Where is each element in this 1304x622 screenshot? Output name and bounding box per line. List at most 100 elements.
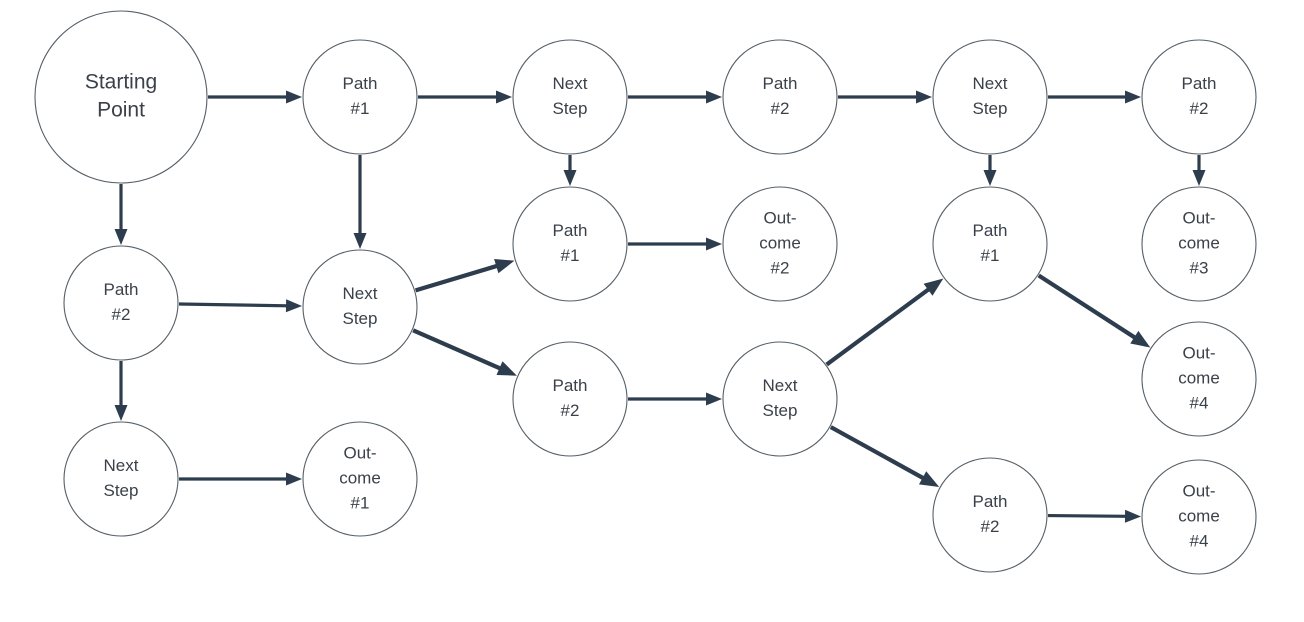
arrow-head-icon bbox=[1192, 170, 1206, 186]
node-circle[interactable] bbox=[63, 421, 179, 537]
node-label-line: Step bbox=[553, 99, 588, 118]
node-label-line: Step bbox=[343, 309, 378, 328]
node-path-2[interactable]: Path #2 bbox=[932, 457, 1048, 573]
node-label-line: Next bbox=[763, 376, 798, 395]
node-label-line: Out- bbox=[763, 208, 796, 227]
edge-n17-to-n18 bbox=[1047, 509, 1142, 523]
edges-layer bbox=[114, 90, 1206, 523]
node-out-come-2[interactable]: Out-come #2 bbox=[722, 186, 838, 302]
node-label-line: #2 bbox=[112, 305, 131, 324]
arrow-head-icon bbox=[1130, 330, 1151, 348]
edge-line bbox=[1037, 273, 1138, 341]
node-label-line: come bbox=[339, 468, 381, 487]
node-label-line: #2 bbox=[561, 401, 580, 420]
node-starting-point[interactable]: Starting Point bbox=[34, 10, 208, 184]
node-label-line: come bbox=[1178, 368, 1220, 387]
edge-n12-to-n13 bbox=[179, 472, 302, 486]
node-label-line: Path bbox=[973, 492, 1008, 511]
node-out-come-4[interactable]: Out-come #4 bbox=[1141, 459, 1257, 575]
node-label-line: Next bbox=[553, 74, 588, 93]
edge-n1-to-n2 bbox=[418, 90, 512, 104]
node-label-line: #1 bbox=[561, 246, 580, 265]
edge-n7-to-n14 bbox=[412, 328, 517, 376]
arrow-head-icon bbox=[494, 258, 515, 274]
node-circle[interactable] bbox=[722, 39, 838, 155]
node-label-line: Point bbox=[97, 99, 145, 122]
flowchart-canvas: Starting Point Path #1 Next Step Path #2 Next Ste… bbox=[0, 0, 1304, 622]
node-circle[interactable] bbox=[34, 10, 208, 184]
arrow-head-icon bbox=[1124, 509, 1142, 523]
node-next-step[interactable]: Next Step bbox=[302, 249, 418, 365]
edge-n6-to-n7 bbox=[178, 299, 303, 313]
arrow-head-icon bbox=[918, 471, 940, 487]
edge-n15-to-n17 bbox=[829, 425, 940, 487]
node-label-line: Next bbox=[973, 74, 1008, 93]
flowchart-svg: Starting Point Path #1 Next Step Path #2 Next Ste… bbox=[34, 10, 1257, 575]
arrow-head-icon bbox=[496, 361, 517, 376]
edge-line bbox=[829, 425, 926, 481]
node-path-1[interactable]: Path #1 bbox=[302, 39, 418, 155]
node-label-line: Step bbox=[973, 99, 1008, 118]
arrow-head-icon bbox=[114, 405, 128, 421]
node-circle[interactable] bbox=[63, 245, 179, 361]
node-label-line: come bbox=[1178, 233, 1220, 252]
node-label-line: Out- bbox=[1182, 343, 1215, 362]
node-label-line: #4 bbox=[1190, 393, 1209, 412]
edge-n1-to-n7 bbox=[353, 155, 367, 249]
node-circle[interactable] bbox=[512, 341, 628, 457]
arrow-head-icon bbox=[353, 233, 367, 249]
node-label-line: Step bbox=[763, 401, 798, 420]
node-label-line: Path bbox=[104, 280, 139, 299]
edge-line bbox=[178, 302, 289, 308]
node-label-line: #4 bbox=[1190, 531, 1209, 550]
node-label-line: Path bbox=[973, 221, 1008, 240]
node-label-line: Path bbox=[553, 376, 588, 395]
arrow-head-icon bbox=[286, 90, 302, 104]
edge-n0-to-n6 bbox=[114, 184, 128, 245]
node-circle[interactable] bbox=[932, 457, 1048, 573]
node-circle[interactable] bbox=[722, 341, 838, 457]
node-circle[interactable] bbox=[1141, 39, 1257, 155]
edge-n14-to-n15 bbox=[628, 392, 722, 406]
node-label-line: Path bbox=[343, 74, 378, 93]
node-circle[interactable] bbox=[512, 186, 628, 302]
node-label-line: #2 bbox=[771, 258, 790, 277]
node-next-step[interactable]: Next Step bbox=[932, 39, 1048, 155]
edge-n15-to-n10 bbox=[825, 278, 944, 367]
node-out-come-1[interactable]: Out-come #1 bbox=[302, 421, 418, 537]
edge-n2-to-n3 bbox=[628, 90, 722, 104]
node-circle[interactable] bbox=[932, 39, 1048, 155]
node-circle[interactable] bbox=[932, 186, 1048, 302]
edge-n6-to-n12 bbox=[114, 361, 128, 421]
node-path-2[interactable]: Path #2 bbox=[1141, 39, 1257, 155]
node-label-line: #1 bbox=[981, 246, 1000, 265]
node-path-2[interactable]: Path #2 bbox=[722, 39, 838, 155]
edge-line bbox=[414, 263, 499, 293]
node-label-line: come bbox=[759, 233, 801, 252]
arrow-head-icon bbox=[916, 90, 932, 104]
node-label-line: Path bbox=[553, 221, 588, 240]
node-label-line: Step bbox=[104, 481, 139, 500]
node-path-1[interactable]: Path #1 bbox=[932, 186, 1048, 302]
node-circle[interactable] bbox=[302, 39, 418, 155]
node-circle[interactable] bbox=[512, 39, 628, 155]
node-label-line: Next bbox=[343, 284, 378, 303]
edge-line bbox=[412, 328, 503, 371]
node-next-step[interactable]: Next Step bbox=[63, 421, 179, 537]
arrow-head-icon bbox=[496, 90, 512, 104]
node-out-come-4[interactable]: Out-come #4 bbox=[1141, 321, 1257, 437]
node-next-step[interactable]: Next Step bbox=[722, 341, 838, 457]
arrow-head-icon bbox=[706, 392, 722, 406]
node-next-step[interactable]: Next Step bbox=[512, 39, 628, 155]
arrow-head-icon bbox=[114, 229, 128, 245]
node-path-2[interactable]: Path #2 bbox=[63, 245, 179, 361]
node-label-line: Starting bbox=[85, 71, 157, 94]
node-label-line: #2 bbox=[1190, 99, 1209, 118]
edge-n0-to-n1 bbox=[208, 90, 302, 104]
edge-n10-to-n16 bbox=[1037, 273, 1151, 348]
node-out-come-3[interactable]: Out-come #3 bbox=[1141, 186, 1257, 302]
node-circle[interactable] bbox=[302, 249, 418, 365]
node-path-2[interactable]: Path #2 bbox=[512, 341, 628, 457]
node-path-1[interactable]: Path #1 bbox=[512, 186, 628, 302]
node-label-line: #2 bbox=[981, 517, 1000, 536]
